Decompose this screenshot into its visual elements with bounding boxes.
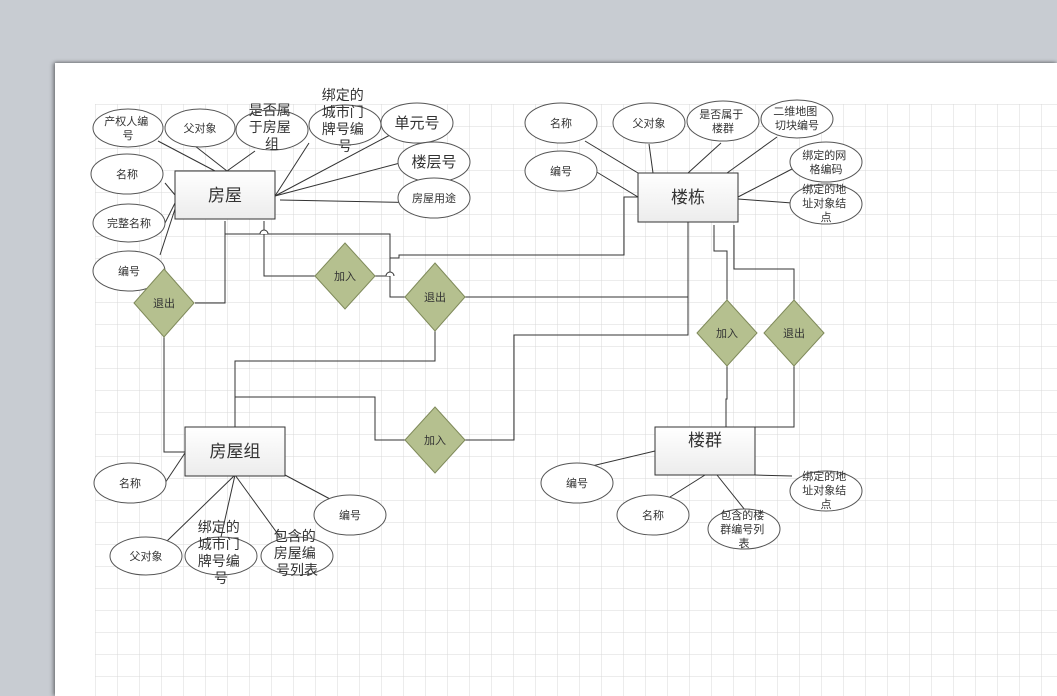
house-attr-parent-label: 父对象 bbox=[184, 121, 217, 135]
house-attr-floor-no-label: 楼层号 bbox=[411, 153, 456, 171]
building-attr-code-label: 编号 bbox=[550, 164, 572, 178]
er-diagram-canvas: 房屋 楼栋 房屋组 楼群 退出 加入 退出 加入 加入 退出 父对象 名称 完整… bbox=[90, 88, 1057, 696]
bgroup-attr-code-label: 编号 bbox=[566, 476, 588, 490]
entity-house-group-label: 房屋组 bbox=[210, 442, 261, 462]
relation-join-right-label: 加入 bbox=[716, 327, 738, 340]
relation-quit-center-label: 退出 bbox=[424, 290, 446, 304]
relation-quit-right-label: 退出 bbox=[783, 326, 805, 340]
house-attr-code-label: 编号 bbox=[118, 264, 140, 278]
house-attr-unit-no-label: 单元号 bbox=[394, 114, 439, 132]
group-attr-parent-label: 父对象 bbox=[130, 549, 163, 563]
group-attr-name-label: 名称 bbox=[119, 476, 141, 490]
entity-house-label: 房屋 bbox=[208, 186, 242, 206]
building-attr-grid-code-ellipse bbox=[789, 141, 863, 183]
house-attr-full-name-label: 完整名称 bbox=[107, 216, 151, 230]
diagram-page: 房屋 楼栋 房屋组 楼群 退出 加入 退出 加入 加入 退出 父对象 名称 完整… bbox=[55, 63, 1057, 696]
relation-quit-left-label: 退出 bbox=[153, 296, 175, 310]
entity-building-group-label: 楼群 bbox=[688, 431, 722, 451]
building-attr-map-tile-label: 二维地图 切块编号 bbox=[773, 105, 821, 132]
house-attr-name-label: 名称 bbox=[116, 167, 138, 181]
relation-join-top-label: 加入 bbox=[334, 270, 356, 283]
entity-building-label: 楼栋 bbox=[671, 188, 705, 208]
group-attr-house-list-label: 包含的 房屋编 号列表 bbox=[274, 529, 320, 579]
building-attr-name-label: 名称 bbox=[550, 116, 572, 130]
house-attr-usage-label: 房屋用途 bbox=[412, 191, 456, 205]
building-attr-in-group-ellipse bbox=[686, 100, 760, 142]
bgroup-attr-name-label: 名称 bbox=[642, 508, 664, 522]
group-attr-code-label: 编号 bbox=[339, 508, 361, 522]
building-attr-parent-label: 父对象 bbox=[633, 116, 666, 130]
relation-join-bottom-label: 加入 bbox=[424, 434, 446, 447]
